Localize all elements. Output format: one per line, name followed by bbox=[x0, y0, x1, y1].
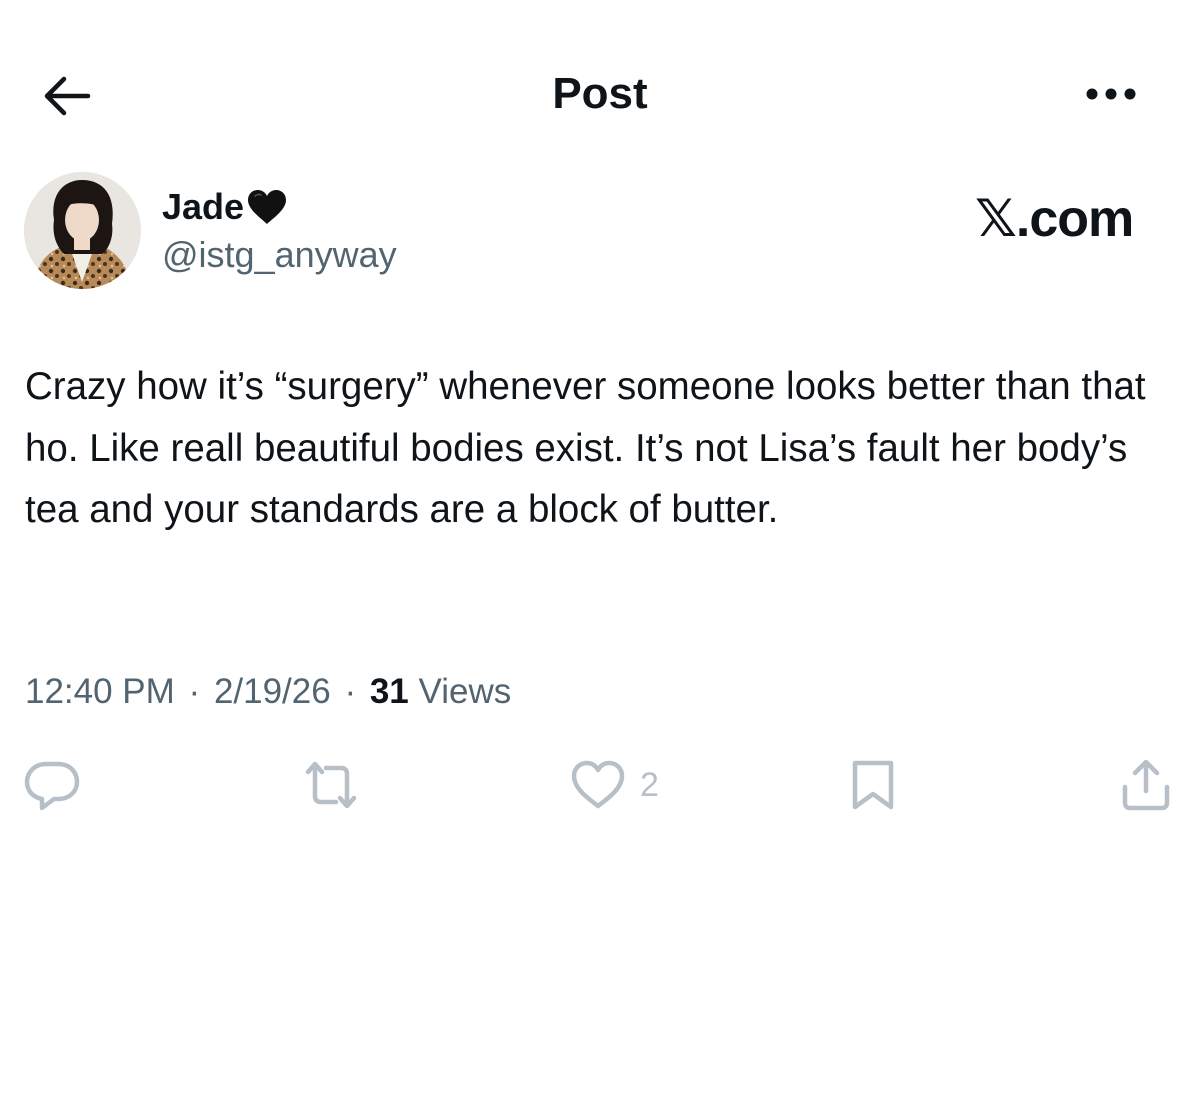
share-button[interactable] bbox=[1118, 758, 1174, 812]
post-text: Crazy how it’s “surgery” whenever someon… bbox=[25, 365, 1157, 531]
more-options-button[interactable] bbox=[1080, 72, 1142, 116]
heart-icon bbox=[571, 760, 625, 809]
avatar-image bbox=[24, 172, 141, 289]
author-handle[interactable]: @istg_anyway bbox=[162, 232, 397, 278]
author-name-row: Jade bbox=[162, 182, 288, 232]
like-button[interactable]: 2 bbox=[570, 758, 659, 812]
meta-separator: · bbox=[344, 672, 357, 711]
more-horizontal-icon bbox=[1086, 88, 1136, 100]
repost-icon bbox=[305, 761, 357, 809]
avatar[interactable] bbox=[24, 172, 141, 289]
post-date: 2/19/26 bbox=[213, 672, 331, 711]
page-title: Post bbox=[552, 69, 648, 118]
post-time: 12:40 PM bbox=[25, 672, 175, 711]
post-meta: 12:40 PM · 2/19/26 · 31 Views bbox=[25, 668, 511, 716]
share-icon bbox=[1122, 759, 1170, 811]
reply-icon bbox=[24, 761, 80, 811]
top-bar: Post bbox=[0, 0, 1200, 185]
views-label[interactable]: Views bbox=[419, 672, 512, 711]
views-count[interactable]: 31 bbox=[370, 672, 409, 711]
source-label: 𝕏.com bbox=[975, 190, 1134, 248]
bookmark-icon bbox=[852, 760, 894, 810]
black-heart-icon bbox=[246, 188, 288, 226]
repost-button[interactable] bbox=[302, 758, 360, 812]
meta-separator: · bbox=[188, 672, 201, 711]
bookmark-button[interactable] bbox=[847, 758, 899, 812]
like-count: 2 bbox=[640, 766, 659, 804]
author-name[interactable]: Jade bbox=[162, 184, 244, 230]
reply-button[interactable] bbox=[22, 758, 82, 812]
